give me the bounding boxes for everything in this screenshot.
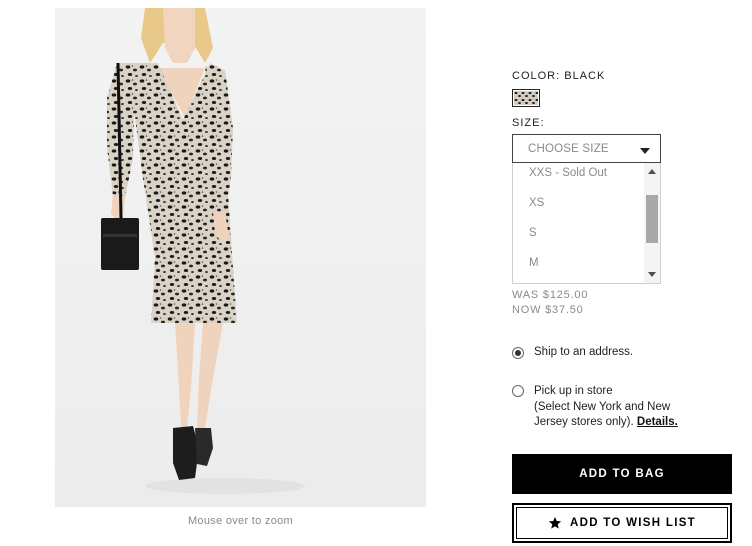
star-icon: [548, 516, 562, 529]
size-placeholder: CHOOSE SIZE: [528, 143, 609, 155]
wishlist-button-inner: ADD TO WISH LIST: [516, 507, 728, 539]
scroll-down-arrow-icon[interactable]: [648, 272, 656, 277]
size-label: SIZE:: [512, 117, 545, 129]
swatch-pattern: [514, 91, 538, 105]
ship-radio[interactable]: [512, 347, 524, 359]
pickup-label: Pick up in store: [534, 385, 613, 397]
color-label: COLOR: BLACK: [512, 70, 606, 82]
pickup-option[interactable]: Pick up in store (Select New York and Ne…: [534, 384, 704, 431]
ship-label[interactable]: Ship to an address.: [534, 346, 633, 358]
price-was: WAS $125.00: [512, 289, 589, 301]
size-option-xxs[interactable]: XXS - Sold Out: [529, 167, 607, 179]
product-image[interactable]: [55, 8, 426, 507]
size-dropdown-list[interactable]: XXS - Sold Out XS S M: [512, 163, 661, 284]
size-list-scrollbar[interactable]: [644, 163, 660, 283]
add-to-bag-button[interactable]: ADD TO BAG: [512, 454, 732, 494]
details-link[interactable]: Details.: [637, 416, 678, 428]
price-now: NOW $37.50: [512, 304, 584, 316]
scroll-thumb[interactable]: [646, 195, 658, 243]
scroll-up-arrow-icon[interactable]: [648, 169, 656, 174]
zoom-hint: Mouse over to zoom: [187, 515, 294, 527]
size-option-m[interactable]: M: [529, 257, 539, 269]
pickup-radio[interactable]: [512, 385, 524, 397]
leopard-print-swatch[interactable]: [512, 89, 540, 107]
size-select[interactable]: CHOOSE SIZE: [512, 134, 661, 163]
size-option-s[interactable]: S: [529, 227, 537, 239]
size-option-xs[interactable]: XS: [529, 197, 544, 209]
wishlist-label: ADD TO WISH LIST: [569, 517, 696, 529]
chevron-down-icon: [640, 148, 650, 154]
add-to-wishlist-button[interactable]: ADD TO WISH LIST: [512, 503, 732, 543]
